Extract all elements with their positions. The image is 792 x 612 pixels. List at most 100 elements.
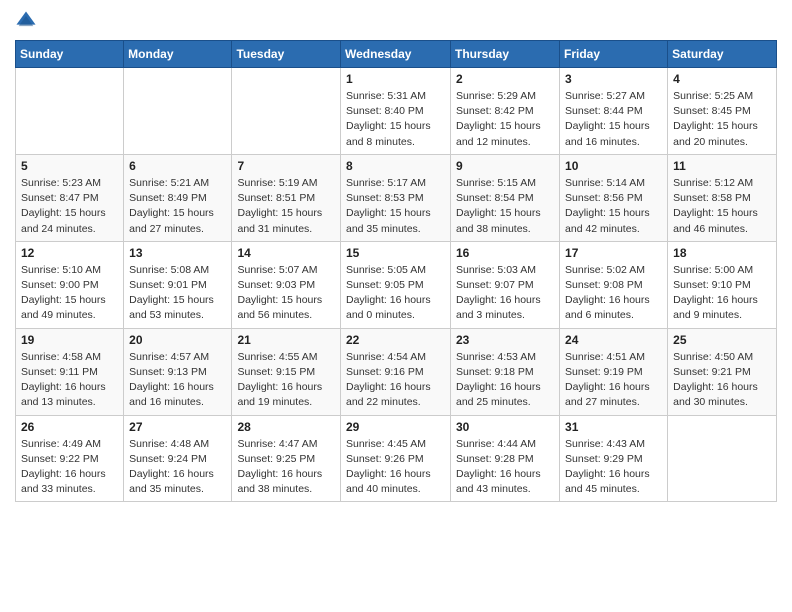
day-number: 8 <box>346 159 445 173</box>
logo <box>15 10 41 32</box>
calendar-cell: 13Sunrise: 5:08 AMSunset: 9:01 PMDayligh… <box>124 241 232 328</box>
calendar-cell: 3 Sunrise: 5:27 AMSunset: 8:44 PMDaylight… <box>560 68 668 155</box>
calendar-cell: 31Sunrise: 4:43 AMSunset: 9:29 PMDayligh… <box>560 415 668 502</box>
day-info: Sunrise: 4:58 AMSunset: 9:11 PMDaylight:… <box>21 350 118 411</box>
calendar-cell: 23Sunrise: 4:53 AMSunset: 9:18 PMDayligh… <box>451 328 560 415</box>
day-number: 6 <box>129 159 226 173</box>
calendar-cell <box>124 68 232 155</box>
weekday-sunday: Sunday <box>16 41 124 68</box>
day-info: Sunrise: 4:50 AMSunset: 9:21 PMDaylight:… <box>673 350 771 411</box>
calendar-cell: 1Sunrise: 5:31 AMSunset: 8:40 PMDaylight… <box>341 68 451 155</box>
calendar-cell: 11 Sunrise: 5:12 AMSunset: 8:58 PMDayligh… <box>668 154 777 241</box>
day-info: Sunrise: 5:12 AMSunset: 8:58 PMDaylight:… <box>673 176 771 237</box>
day-number: 20 <box>129 333 226 347</box>
day-info: Sunrise: 5:08 AMSunset: 9:01 PMDaylight:… <box>129 263 226 324</box>
week-row-4: 19 Sunrise: 4:58 AMSunset: 9:11 PMDayligh… <box>16 328 777 415</box>
day-number: 30 <box>456 420 554 434</box>
day-number: 17 <box>565 246 662 260</box>
day-number: 11 <box>673 159 771 173</box>
day-number: 21 <box>237 333 335 347</box>
day-number: 23 <box>456 333 554 347</box>
day-info: Sunrise: 4:51 AMSunset: 9:19 PMDaylight:… <box>565 350 662 411</box>
week-row-3: 12 Sunrise: 5:10 AMSunset: 9:00 PMDayligh… <box>16 241 777 328</box>
day-info: Sunrise: 5:05 AMSunset: 9:05 PMDaylight:… <box>346 263 445 324</box>
calendar-cell: 24 Sunrise: 4:51 AMSunset: 9:19 PMDayligh… <box>560 328 668 415</box>
day-number: 25 <box>673 333 771 347</box>
calendar-cell: 22Sunrise: 4:54 AMSunset: 9:16 PMDayligh… <box>341 328 451 415</box>
day-number: 31 <box>565 420 662 434</box>
day-info: Sunrise: 5:15 AMSunset: 8:54 PMDaylight:… <box>456 176 554 237</box>
day-number: 24 <box>565 333 662 347</box>
day-number: 9 <box>456 159 554 173</box>
weekday-monday: Monday <box>124 41 232 68</box>
day-info: Sunrise: 5:21 AMSunset: 8:49 PMDaylight:… <box>129 176 226 237</box>
calendar-cell: 7Sunrise: 5:19 AMSunset: 8:51 PMDaylight… <box>232 154 341 241</box>
calendar-cell: 9 Sunrise: 5:15 AMSunset: 8:54 PMDaylight… <box>451 154 560 241</box>
day-number: 29 <box>346 420 445 434</box>
calendar-cell: 5 Sunrise: 5:23 AMSunset: 8:47 PMDaylight… <box>16 154 124 241</box>
calendar-cell: 20 Sunrise: 4:57 AMSunset: 9:13 PMDayligh… <box>124 328 232 415</box>
day-info: Sunrise: 5:07 AMSunset: 9:03 PMDaylight:… <box>237 263 335 324</box>
calendar-header: SundayMondayTuesdayWednesdayThursdayFrid… <box>16 41 777 68</box>
page-header <box>15 10 777 32</box>
day-number: 26 <box>21 420 118 434</box>
day-info: Sunrise: 4:49 AMSunset: 9:22 PMDaylight:… <box>21 437 118 498</box>
day-number: 3 <box>565 72 662 86</box>
day-info: Sunrise: 5:29 AMSunset: 8:42 PMDaylight:… <box>456 89 554 150</box>
calendar-cell <box>16 68 124 155</box>
day-number: 28 <box>237 420 335 434</box>
day-info: Sunrise: 5:25 AMSunset: 8:45 PMDaylight:… <box>673 89 771 150</box>
day-info: Sunrise: 4:48 AMSunset: 9:24 PMDaylight:… <box>129 437 226 498</box>
weekday-wednesday: Wednesday <box>341 41 451 68</box>
day-info: Sunrise: 5:14 AMSunset: 8:56 PMDaylight:… <box>565 176 662 237</box>
day-number: 4 <box>673 72 771 86</box>
weekday-saturday: Saturday <box>668 41 777 68</box>
day-info: Sunrise: 5:17 AMSunset: 8:53 PMDaylight:… <box>346 176 445 237</box>
day-info: Sunrise: 4:57 AMSunset: 9:13 PMDaylight:… <box>129 350 226 411</box>
day-info: Sunrise: 4:47 AMSunset: 9:25 PMDaylight:… <box>237 437 335 498</box>
calendar-cell: 4 Sunrise: 5:25 AMSunset: 8:45 PMDaylight… <box>668 68 777 155</box>
day-number: 12 <box>21 246 118 260</box>
day-info: Sunrise: 5:03 AMSunset: 9:07 PMDaylight:… <box>456 263 554 324</box>
weekday-header-row: SundayMondayTuesdayWednesdayThursdayFrid… <box>16 41 777 68</box>
calendar-cell: 18Sunrise: 5:00 AMSunset: 9:10 PMDayligh… <box>668 241 777 328</box>
day-number: 1 <box>346 72 445 86</box>
calendar-table: SundayMondayTuesdayWednesdayThursdayFrid… <box>15 40 777 502</box>
day-info: Sunrise: 4:55 AMSunset: 9:15 PMDaylight:… <box>237 350 335 411</box>
calendar-cell: 29 Sunrise: 4:45 AMSunset: 9:26 PMDayligh… <box>341 415 451 502</box>
day-info: Sunrise: 4:44 AMSunset: 9:28 PMDaylight:… <box>456 437 554 498</box>
day-info: Sunrise: 4:45 AMSunset: 9:26 PMDaylight:… <box>346 437 445 498</box>
day-info: Sunrise: 5:02 AMSunset: 9:08 PMDaylight:… <box>565 263 662 324</box>
weekday-thursday: Thursday <box>451 41 560 68</box>
weekday-friday: Friday <box>560 41 668 68</box>
day-info: Sunrise: 5:23 AMSunset: 8:47 PMDaylight:… <box>21 176 118 237</box>
day-info: Sunrise: 5:27 AMSunset: 8:44 PMDaylight:… <box>565 89 662 150</box>
day-number: 10 <box>565 159 662 173</box>
calendar-cell: 2 Sunrise: 5:29 AMSunset: 8:42 PMDaylight… <box>451 68 560 155</box>
calendar-cell: 19 Sunrise: 4:58 AMSunset: 9:11 PMDayligh… <box>16 328 124 415</box>
day-number: 16 <box>456 246 554 260</box>
calendar-cell: 6 Sunrise: 5:21 AMSunset: 8:49 PMDaylight… <box>124 154 232 241</box>
day-number: 18 <box>673 246 771 260</box>
calendar-cell: 14Sunrise: 5:07 AMSunset: 9:03 PMDayligh… <box>232 241 341 328</box>
weekday-tuesday: Tuesday <box>232 41 341 68</box>
week-row-2: 5 Sunrise: 5:23 AMSunset: 8:47 PMDaylight… <box>16 154 777 241</box>
calendar-cell: 16 Sunrise: 5:03 AMSunset: 9:07 PMDayligh… <box>451 241 560 328</box>
calendar-cell: 17 Sunrise: 5:02 AMSunset: 9:08 PMDayligh… <box>560 241 668 328</box>
calendar-cell <box>668 415 777 502</box>
calendar-body: 1Sunrise: 5:31 AMSunset: 8:40 PMDaylight… <box>16 68 777 502</box>
logo-icon <box>15 10 37 32</box>
day-number: 2 <box>456 72 554 86</box>
calendar-cell: 26 Sunrise: 4:49 AMSunset: 9:22 PMDayligh… <box>16 415 124 502</box>
day-number: 19 <box>21 333 118 347</box>
day-number: 7 <box>237 159 335 173</box>
day-info: Sunrise: 5:10 AMSunset: 9:00 PMDaylight:… <box>21 263 118 324</box>
calendar-cell: 25 Sunrise: 4:50 AMSunset: 9:21 PMDayligh… <box>668 328 777 415</box>
calendar-cell: 8 Sunrise: 5:17 AMSunset: 8:53 PMDaylight… <box>341 154 451 241</box>
day-number: 5 <box>21 159 118 173</box>
calendar-cell: 30 Sunrise: 4:44 AMSunset: 9:28 PMDayligh… <box>451 415 560 502</box>
week-row-5: 26 Sunrise: 4:49 AMSunset: 9:22 PMDayligh… <box>16 415 777 502</box>
calendar-cell: 28 Sunrise: 4:47 AMSunset: 9:25 PMDayligh… <box>232 415 341 502</box>
day-info: Sunrise: 4:54 AMSunset: 9:16 PMDaylight:… <box>346 350 445 411</box>
calendar-cell: 10 Sunrise: 5:14 AMSunset: 8:56 PMDayligh… <box>560 154 668 241</box>
